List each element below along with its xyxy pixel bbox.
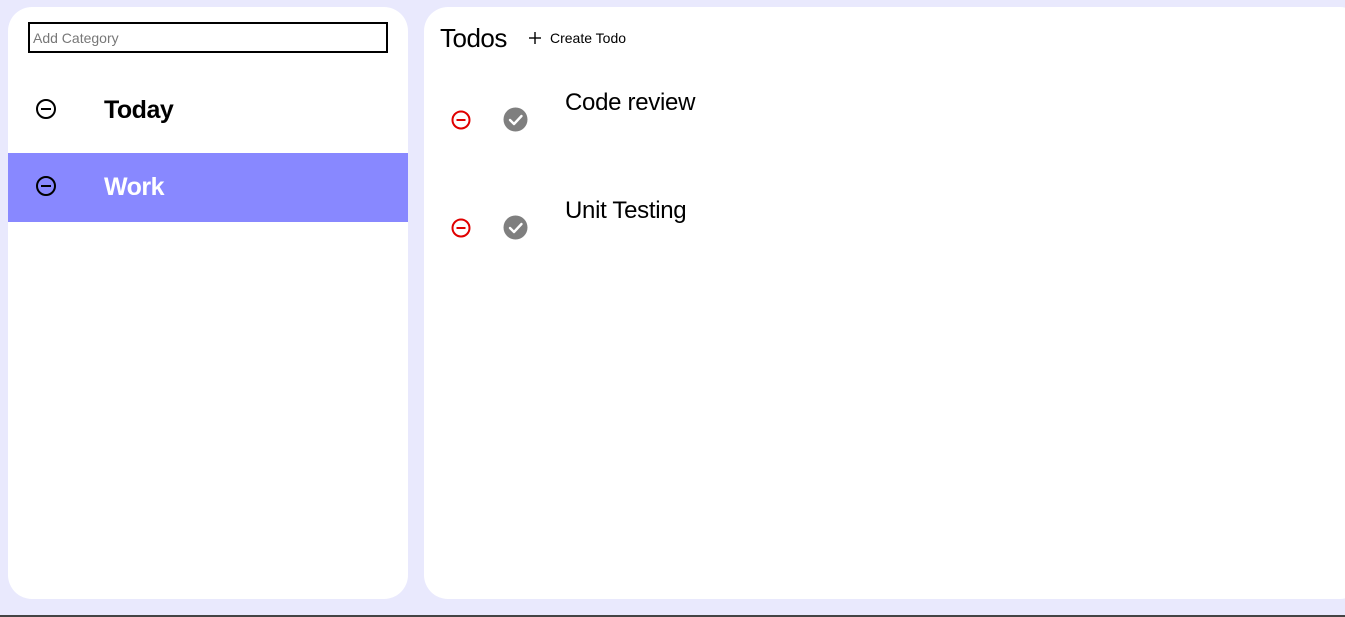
page-title: Todos [440, 23, 507, 53]
todo-title: Code review [565, 89, 696, 116]
minus-circle-icon[interactable] [35, 98, 57, 120]
category-item-today[interactable]: Today [8, 76, 408, 145]
category-list: Today Work [8, 76, 408, 230]
add-category-input[interactable] [28, 22, 388, 53]
todo-item: Code review [424, 77, 1324, 157]
check-circle-icon[interactable] [503, 215, 528, 240]
minus-circle-icon[interactable] [450, 109, 472, 131]
create-todo-button[interactable]: Create Todo [528, 27, 626, 49]
category-sidebar: Today Work [8, 7, 408, 599]
plus-icon [529, 32, 541, 44]
create-todo-label: Create Todo [550, 30, 627, 46]
minus-circle-icon[interactable] [35, 175, 57, 197]
minus-circle-icon[interactable] [450, 217, 472, 239]
check-circle-icon[interactable] [503, 107, 528, 132]
category-label: Today [104, 96, 174, 124]
todos-panel: Todos Create Todo Code review Unit Testi… [424, 7, 1345, 599]
todo-item: Unit Testing [424, 185, 1324, 265]
category-label: Work [104, 173, 165, 201]
todo-title: Unit Testing [565, 197, 687, 224]
category-item-work[interactable]: Work [8, 153, 408, 222]
